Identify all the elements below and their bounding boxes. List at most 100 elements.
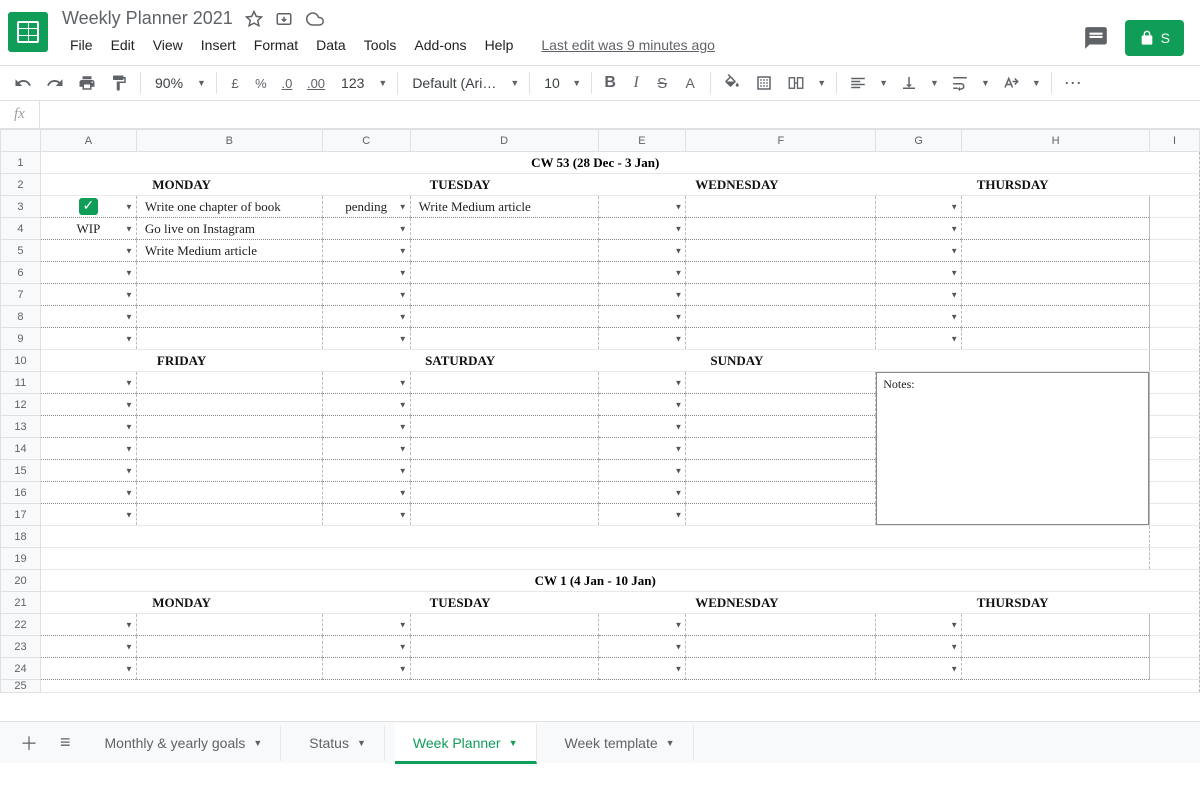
task-cell[interactable] <box>686 438 876 460</box>
chevron-down-icon[interactable]: ▼ <box>675 664 683 673</box>
chevron-down-icon[interactable]: ▼ <box>666 738 675 748</box>
task-cell[interactable] <box>686 262 876 284</box>
cloud-saved-icon[interactable] <box>305 10 325 28</box>
empty-cell[interactable] <box>40 548 1149 570</box>
day-header-tuesday[interactable]: TUESDAY <box>322 174 598 196</box>
chevron-down-icon[interactable]: ▼ <box>125 466 133 475</box>
chevron-down-icon[interactable]: ▼ <box>950 224 958 233</box>
chevron-down-icon[interactable]: ▼ <box>125 444 133 453</box>
task-cell[interactable] <box>686 504 876 526</box>
task-cell[interactable] <box>410 658 598 680</box>
chevron-down-icon[interactable]: ▼ <box>125 202 133 211</box>
chevron-down-icon[interactable]: ▼ <box>675 642 683 651</box>
status-cell[interactable]: ▼ <box>322 372 410 394</box>
increase-decimal-button[interactable]: .00 <box>301 70 331 96</box>
status-cell[interactable]: ▼ <box>876 284 962 306</box>
task-cell[interactable] <box>410 218 598 240</box>
task-cell[interactable] <box>136 328 322 350</box>
task-cell[interactable] <box>136 504 322 526</box>
all-sheets-button[interactable]: ≡ <box>54 726 77 759</box>
row-header[interactable]: 14 <box>1 438 41 460</box>
task-cell[interactable] <box>410 416 598 438</box>
task-cell[interactable] <box>136 482 322 504</box>
task-cell[interactable] <box>410 482 598 504</box>
task-cell[interactable] <box>136 636 322 658</box>
notes-box[interactable]: Notes: <box>876 372 1149 525</box>
task-cell[interactable] <box>410 306 598 328</box>
col-header-b[interactable]: B <box>136 130 322 152</box>
col-header-e[interactable]: E <box>598 130 686 152</box>
chevron-down-icon[interactable]: ▼ <box>675 378 683 387</box>
tab-week-planner[interactable]: Week Planner▼ <box>395 723 537 764</box>
move-icon[interactable] <box>275 10 293 28</box>
chevron-down-icon[interactable]: ▼ <box>125 400 133 409</box>
task-cell[interactable]: Write one chapter of book <box>136 196 322 218</box>
chevron-down-icon[interactable]: ▼ <box>399 466 407 475</box>
row-header[interactable]: 5 <box>1 240 41 262</box>
wrap-dropdown-icon[interactable]: ▼ <box>977 78 994 88</box>
status-cell[interactable]: ▼ <box>40 614 136 636</box>
text-rotation-button[interactable] <box>996 70 1026 96</box>
day-header-monday[interactable]: MONDAY <box>40 592 322 614</box>
v-align-button[interactable] <box>894 70 924 96</box>
menu-tools[interactable]: Tools <box>356 33 405 57</box>
chevron-down-icon[interactable]: ▼ <box>675 510 683 519</box>
task-cell[interactable] <box>410 372 598 394</box>
row-header[interactable]: 10 <box>1 350 41 372</box>
chevron-down-icon[interactable]: ▼ <box>675 224 683 233</box>
status-cell[interactable]: ▼ <box>598 372 686 394</box>
status-cell[interactable]: ▼ <box>322 460 410 482</box>
status-cell[interactable]: ▼ <box>40 636 136 658</box>
day-header-monday[interactable]: MONDAY <box>40 174 322 196</box>
row-header[interactable]: 15 <box>1 460 41 482</box>
status-cell[interactable]: ▼ <box>322 636 410 658</box>
chevron-down-icon[interactable]: ▼ <box>950 642 958 651</box>
row-header[interactable]: 24 <box>1 658 41 680</box>
status-cell[interactable]: ▼ <box>40 416 136 438</box>
chevron-down-icon[interactable]: ▼ <box>399 422 407 431</box>
status-cell[interactable]: ▼ <box>876 196 962 218</box>
status-cell[interactable]: ▼ <box>322 614 410 636</box>
task-cell[interactable]: Go live on Instagram <box>136 218 322 240</box>
row-header[interactable]: 21 <box>1 592 41 614</box>
chevron-down-icon[interactable]: ▼ <box>125 642 133 651</box>
row-header[interactable]: 4 <box>1 218 41 240</box>
text-color-button[interactable]: A <box>676 70 704 96</box>
percent-button[interactable]: % <box>249 70 273 96</box>
task-cell[interactable] <box>686 218 876 240</box>
formula-input[interactable] <box>39 101 1200 128</box>
redo-button[interactable] <box>40 70 70 96</box>
status-cell[interactable]: ▼ <box>876 328 962 350</box>
row-header[interactable]: 6 <box>1 262 41 284</box>
undo-button[interactable] <box>8 70 38 96</box>
chevron-down-icon[interactable]: ▼ <box>399 642 407 651</box>
task-cell[interactable] <box>686 482 876 504</box>
row-header[interactable]: 16 <box>1 482 41 504</box>
status-cell[interactable]: ▼ <box>322 504 410 526</box>
chevron-down-icon[interactable]: ▼ <box>399 400 407 409</box>
row-header[interactable]: 9 <box>1 328 41 350</box>
chevron-down-icon[interactable]: ▼ <box>125 334 133 343</box>
decrease-decimal-button[interactable]: .0 <box>275 70 299 96</box>
font-size-dropdown-icon[interactable]: ▼ <box>568 78 585 88</box>
chevron-down-icon[interactable]: ▼ <box>399 488 407 497</box>
task-cell[interactable] <box>686 460 876 482</box>
chevron-down-icon[interactable]: ▼ <box>675 290 683 299</box>
font-selector[interactable]: Default (Ari… <box>404 71 504 95</box>
chevron-down-icon[interactable]: ▼ <box>950 620 958 629</box>
chevron-down-icon[interactable]: ▼ <box>399 664 407 673</box>
task-cell[interactable] <box>136 614 322 636</box>
spreadsheet-grid[interactable]: A B C D E F G H I 1 CW 53 (28 Dec - 3 Ja… <box>0 129 1200 721</box>
print-button[interactable] <box>72 70 102 96</box>
menu-file[interactable]: File <box>62 33 101 57</box>
task-cell[interactable] <box>136 306 322 328</box>
status-cell[interactable]: WIP▼ <box>40 218 136 240</box>
status-cell[interactable]: ▼ <box>40 504 136 526</box>
chevron-down-icon[interactable]: ▼ <box>125 224 133 233</box>
chevron-down-icon[interactable]: ▼ <box>399 444 407 453</box>
tab-status[interactable]: Status▼ <box>291 725 385 761</box>
status-cell[interactable]: ▼ <box>598 658 686 680</box>
col-header-c[interactable]: C <box>322 130 410 152</box>
chevron-down-icon[interactable]: ▼ <box>125 246 133 255</box>
font-dropdown-icon[interactable]: ▼ <box>506 78 523 88</box>
